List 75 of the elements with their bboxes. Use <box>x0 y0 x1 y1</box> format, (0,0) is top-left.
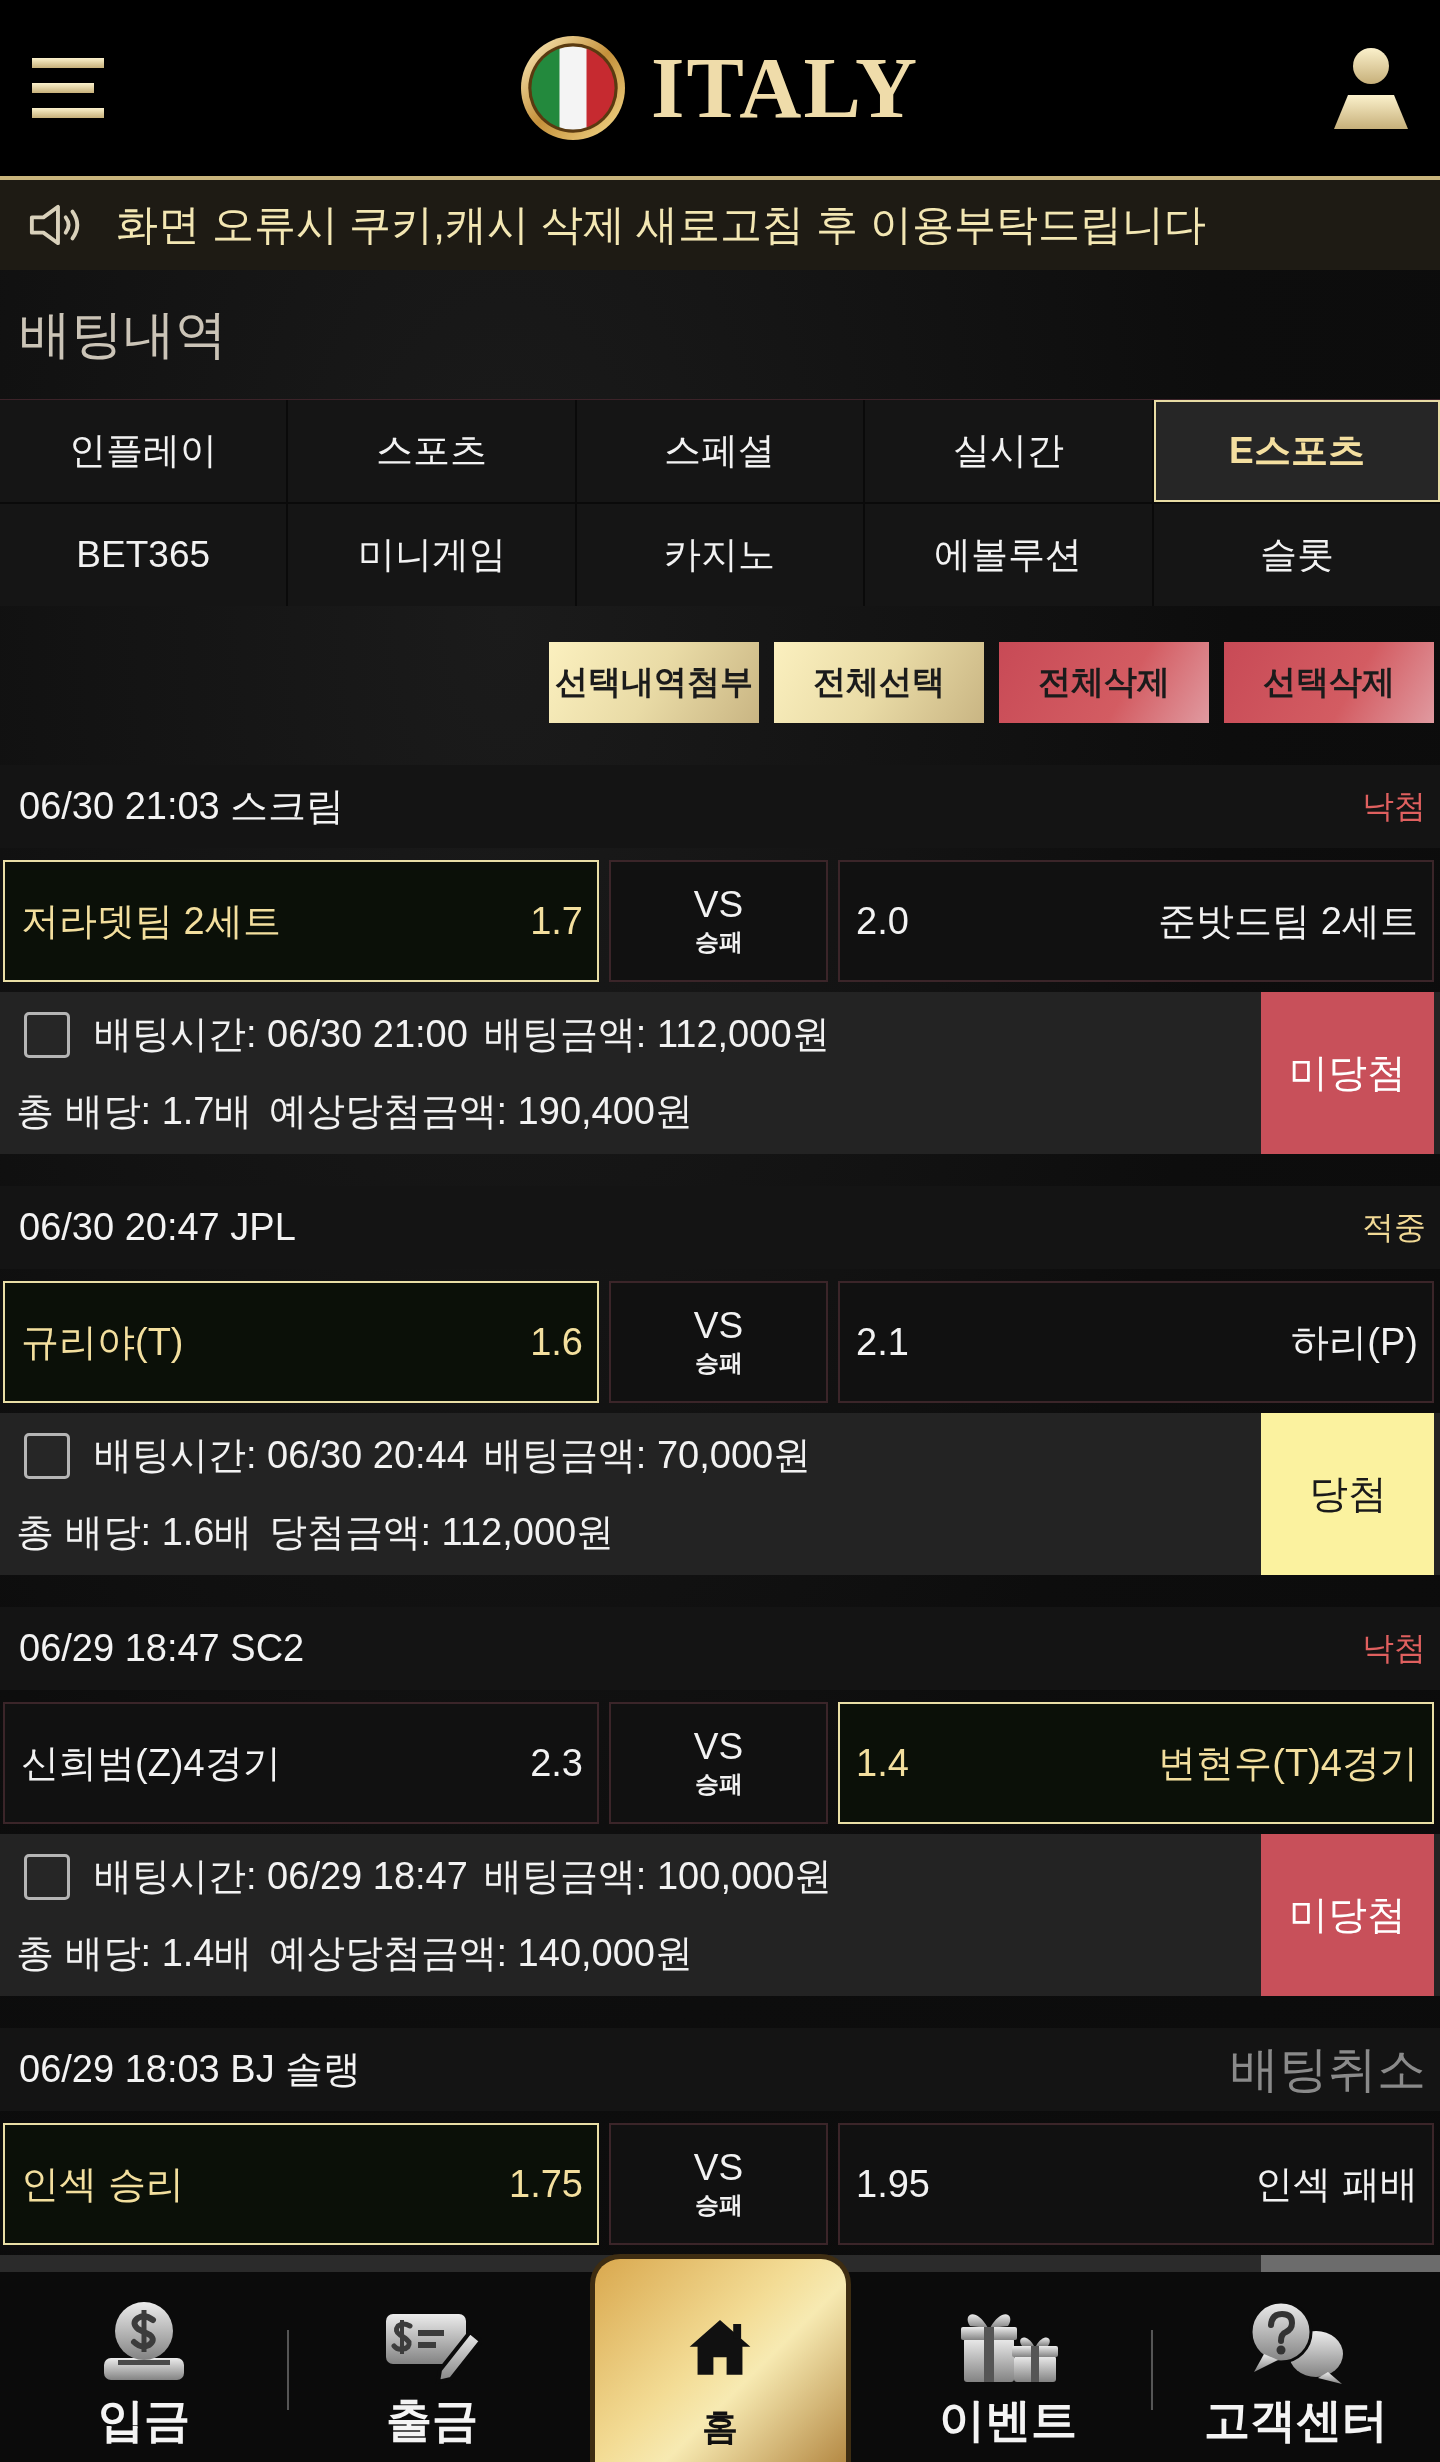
payout-text: 당첨금액: 112,000원 <box>268 1510 615 1555</box>
category-tab[interactable]: 스포츠 <box>288 400 575 502</box>
payout-text: 예상당첨금액: 140,000원 <box>268 1931 693 1976</box>
user-icon[interactable] <box>1334 47 1408 129</box>
versus-label: VS <box>693 1304 744 1348</box>
bet-datetime: 06/29 18:03 BJ 솔랭 <box>19 2047 362 2092</box>
menu-icon[interactable] <box>32 58 104 118</box>
category-tab[interactable]: 카지노 <box>576 504 864 606</box>
odds-value: 2.3 <box>530 1741 583 1785</box>
bet-status: 낙첨 <box>1362 786 1426 826</box>
nav-button[interactable]: 고객센터 <box>1186 2272 1406 2462</box>
versus-label: VS <box>693 1725 744 1769</box>
odds-value: 1.75 <box>509 2162 583 2206</box>
result-badge: 미당첨 <box>1261 1834 1434 1996</box>
bet-amount-text: 배팅금액: 70,000원 <box>483 1433 812 1478</box>
checkbox[interactable] <box>24 1011 70 1058</box>
market-label: 승패 <box>694 1348 743 1379</box>
total-odds-text: 총 배당: 1.7배 <box>16 1089 253 1134</box>
team-name: 준밧드팀 2세트 <box>1158 898 1418 944</box>
versus-label: VS <box>693 883 744 927</box>
team-name: 신희범(Z)4경기 <box>21 1740 281 1786</box>
team-name: 인섹 패배 <box>1255 2161 1418 2207</box>
total-odds-text: 총 배당: 1.4배 <box>16 1931 253 1976</box>
bet-time-text: 배팅시간: 06/29 18:47 <box>94 1854 468 1899</box>
logo-text: ITALY <box>650 45 920 131</box>
nav-button[interactable]: 출금 <box>322 2272 542 2462</box>
result-badge: 당첨 <box>1261 1413 1434 1575</box>
odds-value: 1.6 <box>530 1320 583 1364</box>
team-name: 저라뎃팀 2세트 <box>21 898 281 944</box>
team-name: 규리야(T) <box>21 1319 184 1365</box>
versus-label: VS <box>693 2146 744 2190</box>
action-button[interactable]: 전체선택 <box>774 642 984 723</box>
nav-button[interactable]: 홈 <box>589 2254 851 2462</box>
page-title: 배팅내역 <box>19 303 227 365</box>
bet-status: 적중 <box>1362 1207 1426 1247</box>
category-tab[interactable]: 스페셜 <box>576 400 864 502</box>
bet-datetime: 06/29 18:47 SC2 <box>19 1627 305 1670</box>
market-label: 승패 <box>694 927 743 958</box>
odds-value: 2.0 <box>856 899 909 943</box>
odds-value: 2.1 <box>856 1320 909 1364</box>
category-tab[interactable]: E스포츠 <box>1153 400 1440 502</box>
bet-status: 낙첨 <box>1362 1628 1426 1668</box>
action-button[interactable]: 선택내역첨부 <box>549 642 759 723</box>
team-name: 변현우(T)4경기 <box>1158 1740 1418 1786</box>
action-button[interactable]: 전체삭제 <box>999 642 1209 723</box>
nav-button[interactable]: 이벤트 <box>898 2272 1118 2462</box>
category-tab[interactable]: BET365 <box>0 504 287 606</box>
notice-text: 화면 오류시 쿠키,캐시 삭제 새로고침 후 이용부탁드립니다 <box>116 200 1206 250</box>
market-label: 승패 <box>694 2190 743 2221</box>
bet-time-text: 배팅시간: 06/30 21:00 <box>94 1012 468 1057</box>
payout-text: 예상당첨금액: 190,400원 <box>268 1089 693 1134</box>
category-tab[interactable]: 에볼루션 <box>865 504 1152 606</box>
checkbox[interactable] <box>24 1432 70 1479</box>
bet-datetime: 06/30 20:47 JPL <box>19 1206 296 1249</box>
category-tab[interactable]: 슬롯 <box>1153 504 1440 606</box>
flag-emblem-icon <box>520 36 625 140</box>
odds-value: 1.7 <box>530 899 583 943</box>
category-tab[interactable]: 인플레이 <box>0 400 287 502</box>
team-name: 하리(P) <box>1291 1319 1418 1365</box>
bet-amount-text: 배팅금액: 100,000원 <box>483 1854 833 1899</box>
odds-value: 1.4 <box>856 1741 909 1785</box>
result-badge: 미당첨 <box>1261 992 1434 1154</box>
bet-amount-text: 배팅금액: 112,000원 <box>483 1012 830 1057</box>
bet-time-text: 배팅시간: 06/30 20:44 <box>94 1433 468 1478</box>
total-odds-text: 총 배당: 1.6배 <box>16 1510 253 1555</box>
nav-button[interactable]: 입금 <box>34 2272 254 2462</box>
odds-value: 1.95 <box>856 2162 930 2206</box>
checkbox[interactable] <box>24 1853 70 1900</box>
bet-status: 배팅취소 <box>1230 2040 1426 2098</box>
action-button[interactable]: 선택삭제 <box>1224 642 1434 723</box>
team-name: 인섹 승리 <box>21 2161 184 2207</box>
category-tab[interactable]: 실시간 <box>865 400 1152 502</box>
market-label: 승패 <box>694 1769 743 1800</box>
bet-datetime: 06/30 21:03 스크림 <box>19 784 345 829</box>
category-tab[interactable]: 미니게임 <box>288 504 575 606</box>
